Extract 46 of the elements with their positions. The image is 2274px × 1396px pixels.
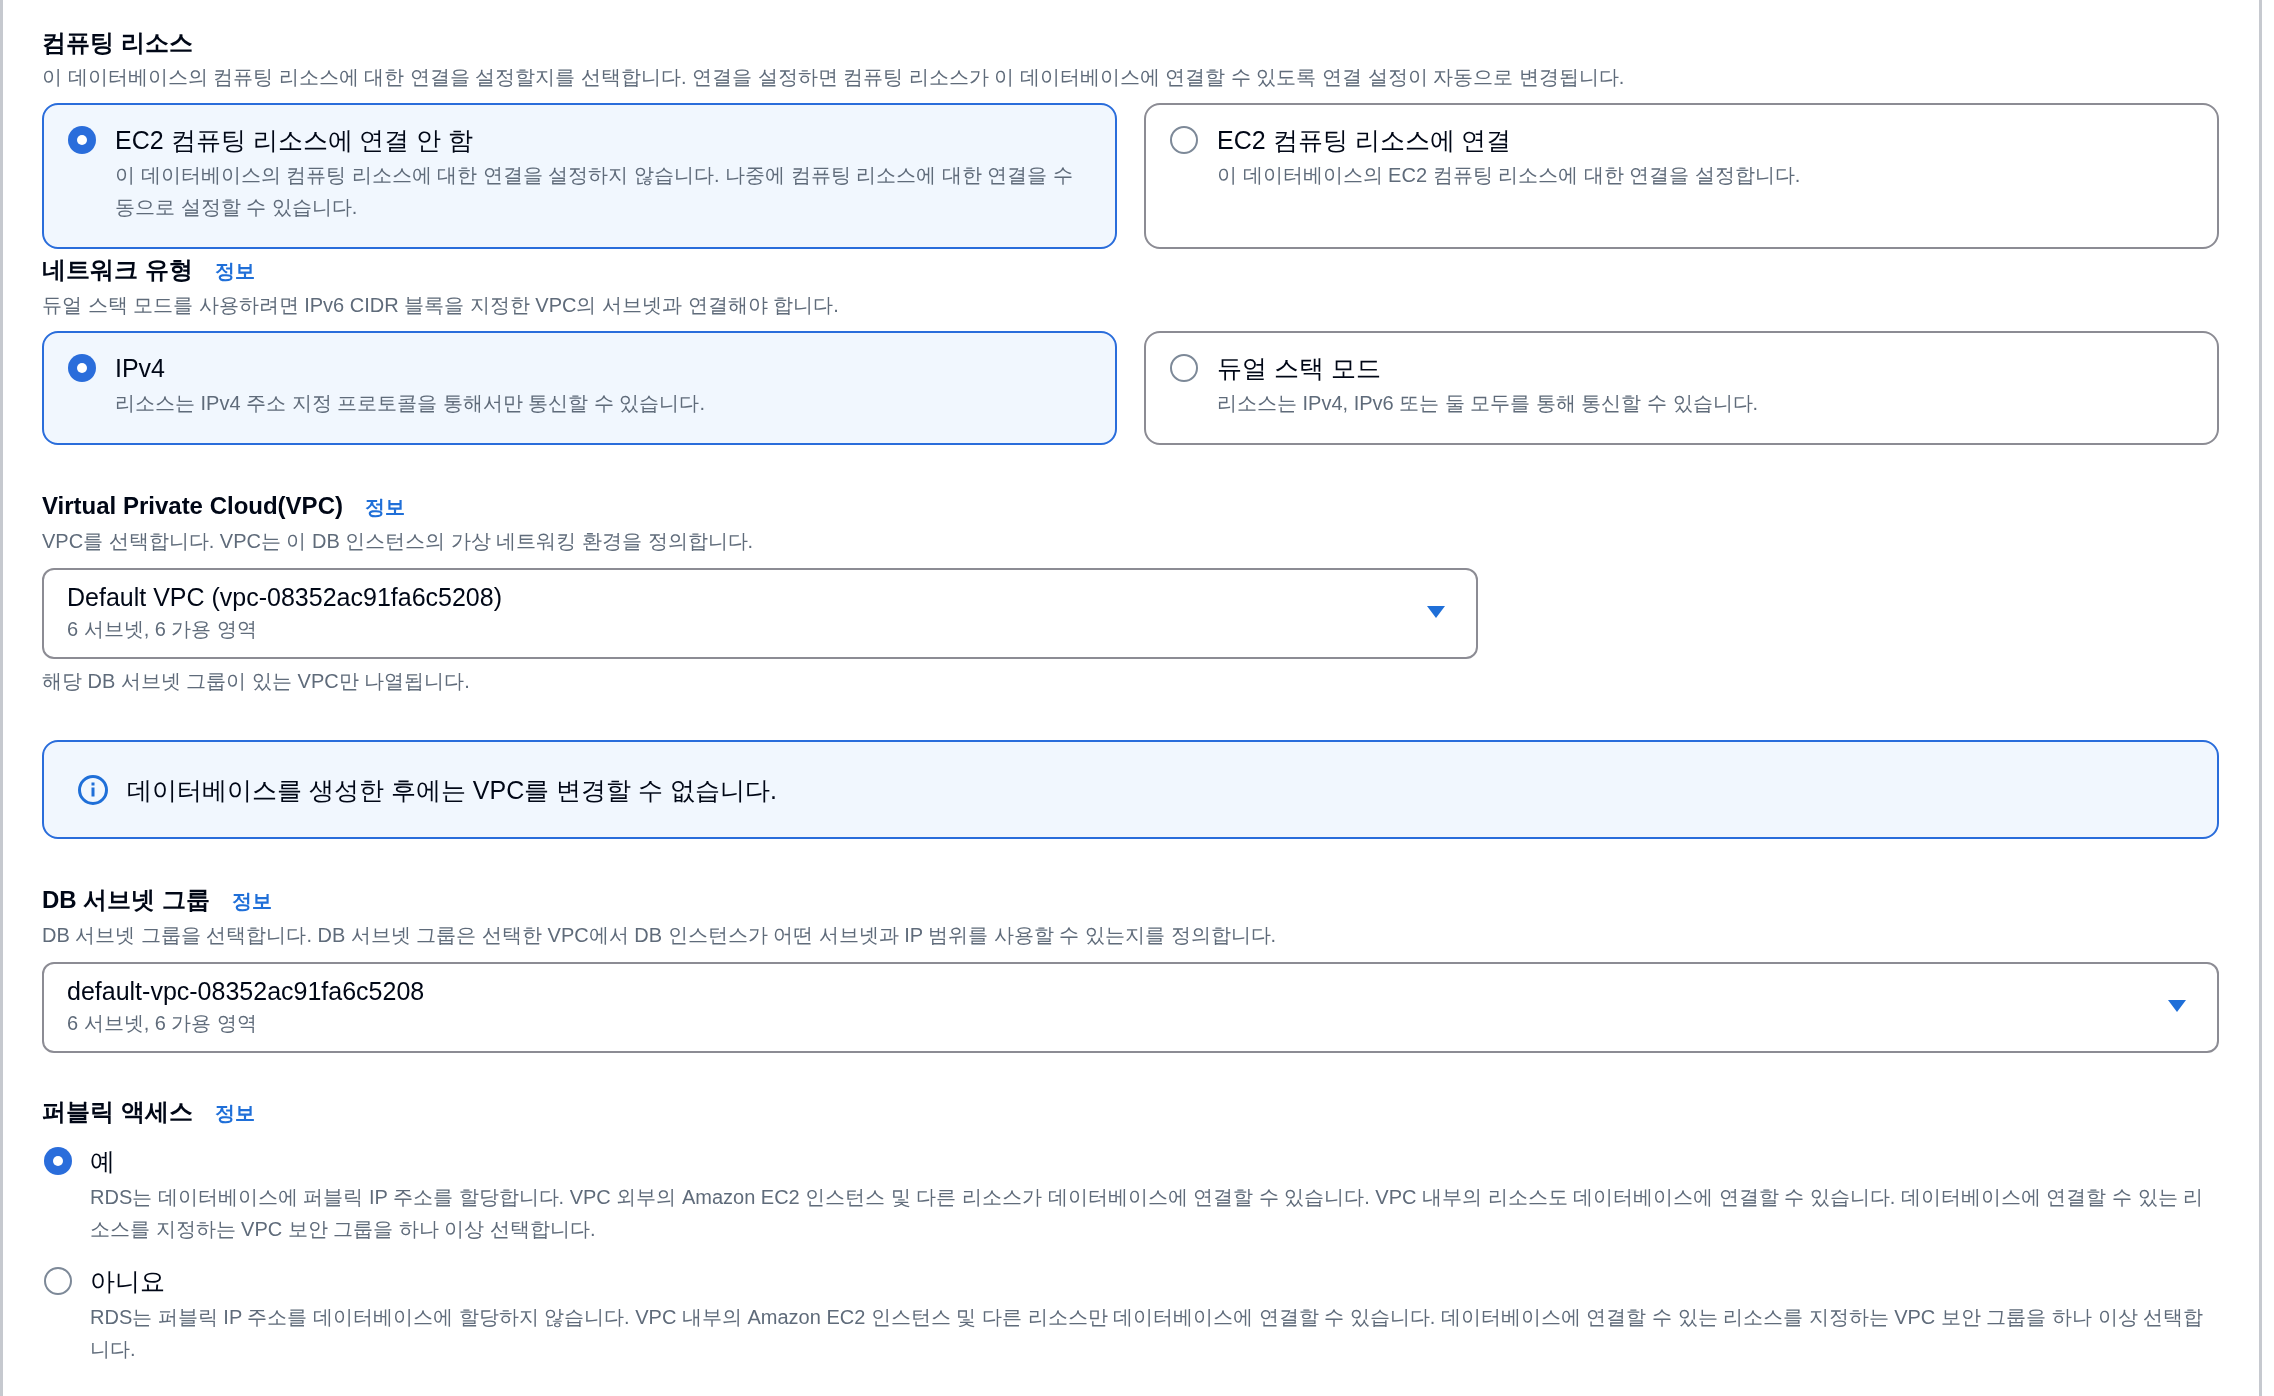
radio-button[interactable] [44,1267,72,1295]
radio-tile[interactable]: EC2 컴퓨팅 리소스에 연결 안 함 이 데이터베이스의 컴퓨팅 리소스에 대한 연결을 설정하지 않습니다. 나중에 컴퓨팅 리소스에 대한 연결을 수동으로 설정할 수 있습니다. [42,103,1117,249]
radio-button[interactable] [44,1147,72,1175]
tile-description: 이 데이터베이스의 컴퓨팅 리소스에 대한 연결을 설정하지 않습니다. 나중에 컴퓨팅 리소스에 대한 연결을 수동으로 설정할 수 있습니다. [115,163,1074,220]
radio-label: 아니요 [90,1266,166,1297]
tile-description: 이 데이터베이스의 EC2 컴퓨팅 리소스에 대한 연결을 설정합니다. [1217,163,1801,188]
radio-button[interactable] [1170,354,1198,382]
tile-title: EC2 컴퓨팅 리소스에 연결 [1217,125,1513,156]
section-heading: 컴퓨팅 리소스 [42,28,193,58]
select-detail: 6 서브넷, 6 가용 영역 [67,617,259,642]
info-link[interactable]: 정보 [232,884,272,918]
tile-title: IPv4 [115,353,167,384]
caret-down-icon [1427,606,1445,618]
select-value: Default VPC (vpc-08352ac91fa6c5208) [67,582,503,613]
radio-tile[interactable]: EC2 컴퓨팅 리소스에 연결 이 데이터베이스의 EC2 컴퓨팅 리소스에 대한 연결을 설정합니다. [1144,103,2219,249]
tile-description: 리소스는 IPv4, IPv6 또는 둘 모두를 통해 통신할 수 있습니다. [1217,391,1759,416]
select-field[interactable]: default-vpc-08352ac91fa6c5208 6 서브넷, 6 가용 영역 [42,962,2219,1053]
select-field[interactable]: Default VPC (vpc-08352ac91fa6c5208) 6 서브넷, 6 가용 영역 [42,568,1478,659]
radio-tile[interactable]: IPv4 리소스는 IPv4 주소 지정 프로토콜을 통해서만 통신할 수 있습니다. [42,331,1117,445]
section-description: 이 데이터베이스의 컴퓨팅 리소스에 대한 연결을 설정할지를 선택합니다. 연결을 설정하면 컴퓨팅 리소스가 이 데이터베이스에 연결할 수 있도록 연결 설정이 자동으로 변경됩니다. [42,65,1626,90]
section-heading: DB 서브넷 그룹 [42,885,210,915]
radio-tile[interactable]: 듀얼 스택 모드 리소스는 IPv4, IPv6 또는 둘 모두를 통해 통신할 수 있습니다. [1144,331,2219,445]
info-link[interactable]: 정보 [214,254,255,288]
radio-label: 예 [90,1146,116,1177]
info-link[interactable]: 정보 [214,1096,255,1130]
radio-button[interactable] [68,354,96,382]
caret-down-icon [2168,1000,2186,1012]
radio-button[interactable] [68,126,96,154]
section-description: DB 서브넷 그룹을 선택합니다. DB 서브넷 그룹은 선택한 VPC에서 DB 인스턴스가 어떤 서브넷과 IP 범위를 사용할 수 있는지를 정의합니다. [42,923,1278,948]
select-value: default-vpc-08352ac91fa6c5208 [67,976,426,1007]
tile-description: 리소스는 IPv4 주소 지정 프로토콜을 통해서만 통신할 수 있습니다. [115,391,706,416]
info-icon [78,774,108,805]
radio-description: RDS는 퍼블릭 IP 주소를 데이터베이스에 할당하지 않습니다. VPC 내부의 Amazon EC2 인스턴스 및 다른 리소스만 데이터베이스에 연결할 수 있습니다. 데이터베이스에 연결할 수 있는 리소스를 지정하는 VPC 보안 그룹을 하나 이상 선택합니다. [90,1305,2205,1362]
tile-title: 듀얼 스택 모드 [1217,353,1382,384]
section-description: VPC를 선택합니다. VPC는 이 DB 인스턴스의 가상 네트워킹 환경을 정의합니다. [42,529,755,554]
alert-text: 데이터베이스를 생성한 후에는 VPC를 변경할 수 없습니다. [127,774,778,806]
radio-button[interactable] [1170,126,1198,154]
section-description: 듀얼 스택 모드를 사용하려면 IPv6 CIDR 블록을 지정한 VPC의 서브넷과 연결해야 합니다. [42,293,840,318]
section-heading: Virtual Private Cloud(VPC) [42,491,343,521]
select-detail: 6 서브넷, 6 가용 영역 [67,1011,259,1036]
section-heading: 네트워크 유형 [42,255,193,285]
tile-title: EC2 컴퓨팅 리소스에 연결 안 함 [115,125,475,156]
field-hint: 해당 DB 서브넷 그룹이 있는 VPC만 나열됩니다. [42,669,471,694]
section-heading: 퍼블릭 액세스 [42,1097,193,1127]
radio-description: RDS는 데이터베이스에 퍼블릭 IP 주소를 할당합니다. VPC 외부의 Amazon EC2 인스턴스 및 다른 리소스가 데이터베이스에 연결할 수 있습니다. VPC 내부의 리소스도 데이터베이스에 연결할 수 있습니다. 데이터베이스에 연결할 수 있는 리소스를 지정하는 VPC 보안 그룹을 하나 이상 선택합니다. [90,1185,2205,1242]
info-link[interactable]: 정보 [364,490,405,524]
